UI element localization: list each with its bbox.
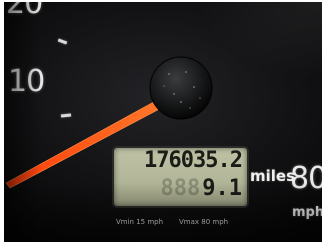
trip-value: 9.1 — [202, 176, 242, 201]
trip-odometer: 8889.1 — [114, 176, 243, 201]
speedometer-photo: 20 10 80 176035.2 8889.1 miles mph Vmin … — [4, 2, 322, 242]
miles-label: miles — [250, 167, 296, 185]
needle-assembly — [5, 56, 213, 189]
vmin-label: Vmin 15 mph — [116, 218, 164, 226]
odometer-display: 176035.2 8889.1 — [114, 148, 247, 206]
mph-label: mph — [292, 205, 322, 220]
needle-hub — [149, 56, 213, 120]
odometer-total: 176035.2 — [144, 148, 243, 173]
trip-ghost-digits: 888 — [160, 176, 201, 201]
vmax-label: Vmax 80 mph — [179, 218, 229, 226]
